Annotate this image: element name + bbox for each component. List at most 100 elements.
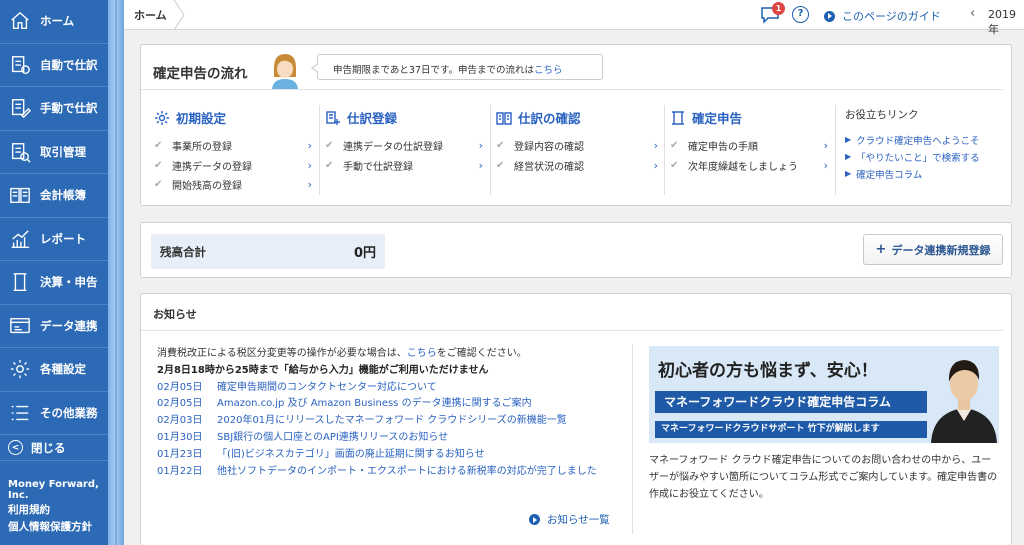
chevron-right-icon: ›: [307, 139, 312, 153]
flow-item[interactable]: ✔ 連携データの登録 ›: [154, 156, 312, 176]
news-intro-end: をご確認ください。: [436, 348, 527, 359]
news-item[interactable]: 01月22日 他社ソフトデータのインポート・エクスポートにおける新税率の対応が完了…: [157, 464, 631, 481]
news-text: 「(旧)ビジネスカテゴリ」画面の廃止延期に関するお知らせ: [217, 448, 485, 460]
news-intro-link[interactable]: こちら: [407, 348, 437, 359]
news-date: 01月22日: [157, 465, 203, 477]
triangle-right-icon: ▶: [845, 135, 852, 144]
report-icon: [0, 228, 40, 250]
breadcrumb[interactable]: ホーム: [134, 7, 167, 23]
prev-year-button[interactable]: ‹: [970, 6, 975, 21]
breadcrumb-arrow-icon: [173, 0, 185, 30]
sidebar-item-ledger[interactable]: 会計帳簿: [0, 174, 108, 218]
sidebar-item-manual-journal[interactable]: 手動で仕訳: [0, 87, 108, 131]
banner-credit: マネーフォワードクラウドサポート 竹下が解説します: [655, 421, 927, 438]
column-title-text: 初期設定: [176, 111, 227, 126]
flow-title: 確定申告の流れ: [153, 66, 248, 82]
column-title-text: 仕訳登録: [347, 111, 398, 126]
news-divider-vertical: [632, 344, 633, 534]
check-icon: ✔: [154, 159, 163, 171]
useful-link[interactable]: ▶ クラウド確定申告へようこそ: [845, 131, 1009, 148]
balance-value: 0円: [353, 246, 376, 261]
company-name: Money Forward, Inc.: [8, 479, 99, 501]
flow-item[interactable]: ✔ 登録内容の確認 ›: [496, 136, 658, 156]
sidebar-item-settings[interactable]: 各種設定: [0, 348, 108, 392]
notice-tail-fill: [313, 63, 320, 73]
sidebar: ホーム 自動で仕訳 手動で仕訳 取引管理 会計帳簿 レポート 決算・申告 データ…: [0, 0, 108, 545]
flow-item[interactable]: ✔ 確定申告の手順 ›: [670, 136, 828, 156]
news-date: 02月05日: [157, 398, 203, 410]
column-title-text: 仕訳の確認: [518, 111, 581, 126]
flow-column-journal-entry: 仕訳登録 ✔ 連携データの仕訳登録 › ✔ 手動で仕訳登録 ›: [325, 108, 483, 175]
page-guide-link[interactable]: このページのガイド: [824, 8, 941, 24]
gear-icon: [155, 110, 169, 125]
sidebar-item-report[interactable]: レポート: [0, 218, 108, 261]
check-icon: ✔: [154, 140, 163, 152]
triangle-right-icon: ▶: [845, 169, 852, 178]
flow-column-title[interactable]: 仕訳の確認: [496, 108, 658, 127]
settlement-icon: [0, 271, 40, 293]
sidebar-item-settlement[interactable]: 決算・申告: [0, 261, 108, 305]
flow-divider: [141, 89, 1003, 90]
sidebar-item-data-link[interactable]: データ連携: [0, 305, 108, 348]
useful-link[interactable]: ▶ 確定申告コラム: [845, 165, 1009, 182]
flow-item[interactable]: ✔ 開始残高の登録 ›: [154, 175, 312, 195]
sidebar-item-label: レポート: [40, 231, 86, 246]
triangle-right-icon: ▶: [845, 152, 852, 161]
useful-links: お役立ちリンク ▶ クラウド確定申告へようこそ ▶ 「やりたいこと」で検索する ▶ 確…: [845, 107, 1009, 182]
play-icon: [824, 10, 835, 22]
news-item[interactable]: 02月03日 2020年01月にリリースしたマネーフォワード クラウドシリーズの新…: [157, 413, 631, 430]
check-icon: ✔: [154, 179, 163, 191]
flow-item-label: 確定申告の手順: [688, 142, 758, 154]
flow-column-title[interactable]: 初期設定: [154, 108, 312, 127]
sidebar-item-label: その他業務: [40, 405, 98, 420]
sidebar-item-label: 各種設定: [40, 362, 86, 377]
page-guide-label: このページのガイド: [842, 10, 941, 23]
chevron-right-icon: ›: [478, 158, 483, 172]
terms-link[interactable]: 利用規約: [8, 502, 92, 519]
news-item[interactable]: 02月05日 確定申告期間のコンタクトセンター対応について: [157, 380, 631, 397]
sidebar-item-transactions[interactable]: 取引管理: [0, 131, 108, 174]
flow-column-tax-return: 確定申告 ✔ 確定申告の手順 › ✔ 次年度繰越をしましょう ›: [670, 108, 828, 175]
flow-item[interactable]: ✔ 手動で仕訳登録 ›: [325, 156, 483, 176]
check-icon: ✔: [496, 140, 505, 152]
flow-item[interactable]: ✔ 経営状況の確認 ›: [496, 156, 658, 176]
sidebar-item-home[interactable]: ホーム: [0, 0, 108, 44]
deadline-notice: 申告期限まであと37日です。申告までの流れはこちら: [311, 54, 603, 80]
flow-item[interactable]: ✔ 次年度繰越をしましょう ›: [670, 156, 828, 176]
news-more-link[interactable]: お知らせ一覧: [529, 512, 610, 527]
flow-column-journal-check: 仕訳の確認 ✔ 登録内容の確認 › ✔ 経営状況の確認 ›: [496, 108, 658, 175]
balance-label: 残高合計: [160, 244, 206, 259]
news-card: お知らせ 消費税改正による税区分変更等の操作が必要な場合は、こちらをご確認くださ…: [140, 293, 1012, 545]
chevron-left-icon: <: [8, 440, 23, 455]
check-icon: ✔: [496, 159, 505, 171]
flow-column-title[interactable]: 確定申告: [670, 108, 828, 127]
transaction-icon: [0, 141, 40, 163]
add-data-link-button[interactable]: + データ連携新規登録: [863, 234, 1003, 265]
useful-link[interactable]: ▶ 「やりたいこと」で検索する: [845, 148, 1009, 165]
sidebar-item-label: 取引管理: [40, 144, 86, 159]
check-icon: ✔: [670, 140, 679, 152]
news-date: 02月03日: [157, 415, 203, 427]
top-bar: ホーム 1 ? このページのガイド ‹ 2019年: [124, 0, 1024, 36]
news-item[interactable]: 01月30日 SBJ銀行の個人口座とのAPI連携リリースのお知らせ: [157, 430, 631, 447]
flow-item[interactable]: ✔ 連携データの仕訳登録 ›: [325, 136, 483, 156]
news-text: Amazon.co.jp 及び Amazon Business のデータ連携に関…: [217, 398, 532, 410]
sidebar-item-auto-journal[interactable]: 自動で仕訳: [0, 44, 108, 87]
ledger-icon: [0, 184, 40, 206]
sidebar-item-label: 会計帳簿: [40, 188, 86, 203]
flow-item[interactable]: ✔ 事業所の登録 ›: [154, 136, 312, 156]
column-banner[interactable]: 初心者の方も悩まず、安心！ マネーフォワードクラウド確定申告コラム マネーフォワ…: [649, 346, 999, 443]
news-date: 01月23日: [157, 448, 203, 460]
news-intro-text: 消費税改正による税区分変更等の操作が必要な場合は、: [157, 348, 407, 359]
chevron-right-icon: ›: [653, 139, 658, 153]
sidebar-item-other[interactable]: その他業務: [0, 392, 108, 435]
presenter-photo: [931, 360, 997, 443]
privacy-link[interactable]: 個人情報保護方針: [8, 519, 92, 536]
chevron-right-icon: ›: [823, 139, 828, 153]
notice-link[interactable]: こちら: [534, 65, 563, 76]
help-icon[interactable]: ?: [792, 6, 809, 23]
news-item[interactable]: 02月05日 Amazon.co.jp 及び Amazon Business のデ…: [157, 396, 631, 413]
news-item[interactable]: 01月23日 「(旧)ビジネスカテゴリ」画面の廃止延期に関するお知らせ: [157, 447, 631, 464]
sidebar-close-button[interactable]: < 閉じる: [0, 435, 108, 461]
flow-column-title[interactable]: 仕訳登録: [325, 108, 483, 127]
